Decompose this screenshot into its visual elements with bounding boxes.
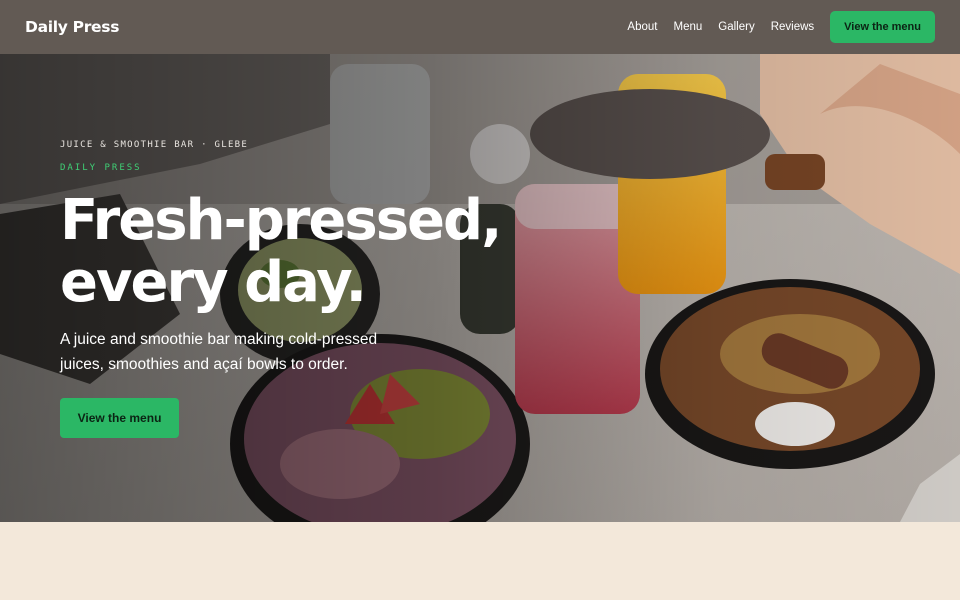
below-fold-section: [0, 522, 960, 600]
hero-headline: Fresh-pressed, every day.: [60, 190, 530, 314]
hero-section: JUICE & SMOOTHIE BAR · GLEBE DAILY PRESS…: [0, 54, 960, 522]
hero-description: A juice and smoothie bar making cold-pre…: [60, 331, 378, 373]
nav-reviews[interactable]: Reviews: [771, 21, 814, 33]
main-nav: About Menu Gallery Reviews View the menu: [611, 11, 935, 43]
hero-tagline: DAILY PRESS: [60, 163, 142, 173]
brand-logo[interactable]: Daily Press: [25, 18, 119, 36]
hero-content: JUICE & SMOOTHIE BAR · GLEBE DAILY PRESS…: [60, 54, 540, 522]
nav-gallery[interactable]: Gallery: [718, 21, 754, 33]
nav-about[interactable]: About: [627, 21, 657, 33]
nav-menu[interactable]: Menu: [673, 21, 702, 33]
hero-eyebrow: JUICE & SMOOTHIE BAR · GLEBE: [60, 140, 249, 150]
headline-line-1: Fresh-pressed,: [60, 188, 502, 253]
site-header: Daily Press About Menu Gallery Reviews V…: [0, 0, 960, 54]
hero-view-menu-button[interactable]: View the menu: [60, 398, 179, 438]
header-view-menu-button[interactable]: View the menu: [830, 11, 935, 43]
headline-line-2: every day.: [60, 250, 367, 315]
